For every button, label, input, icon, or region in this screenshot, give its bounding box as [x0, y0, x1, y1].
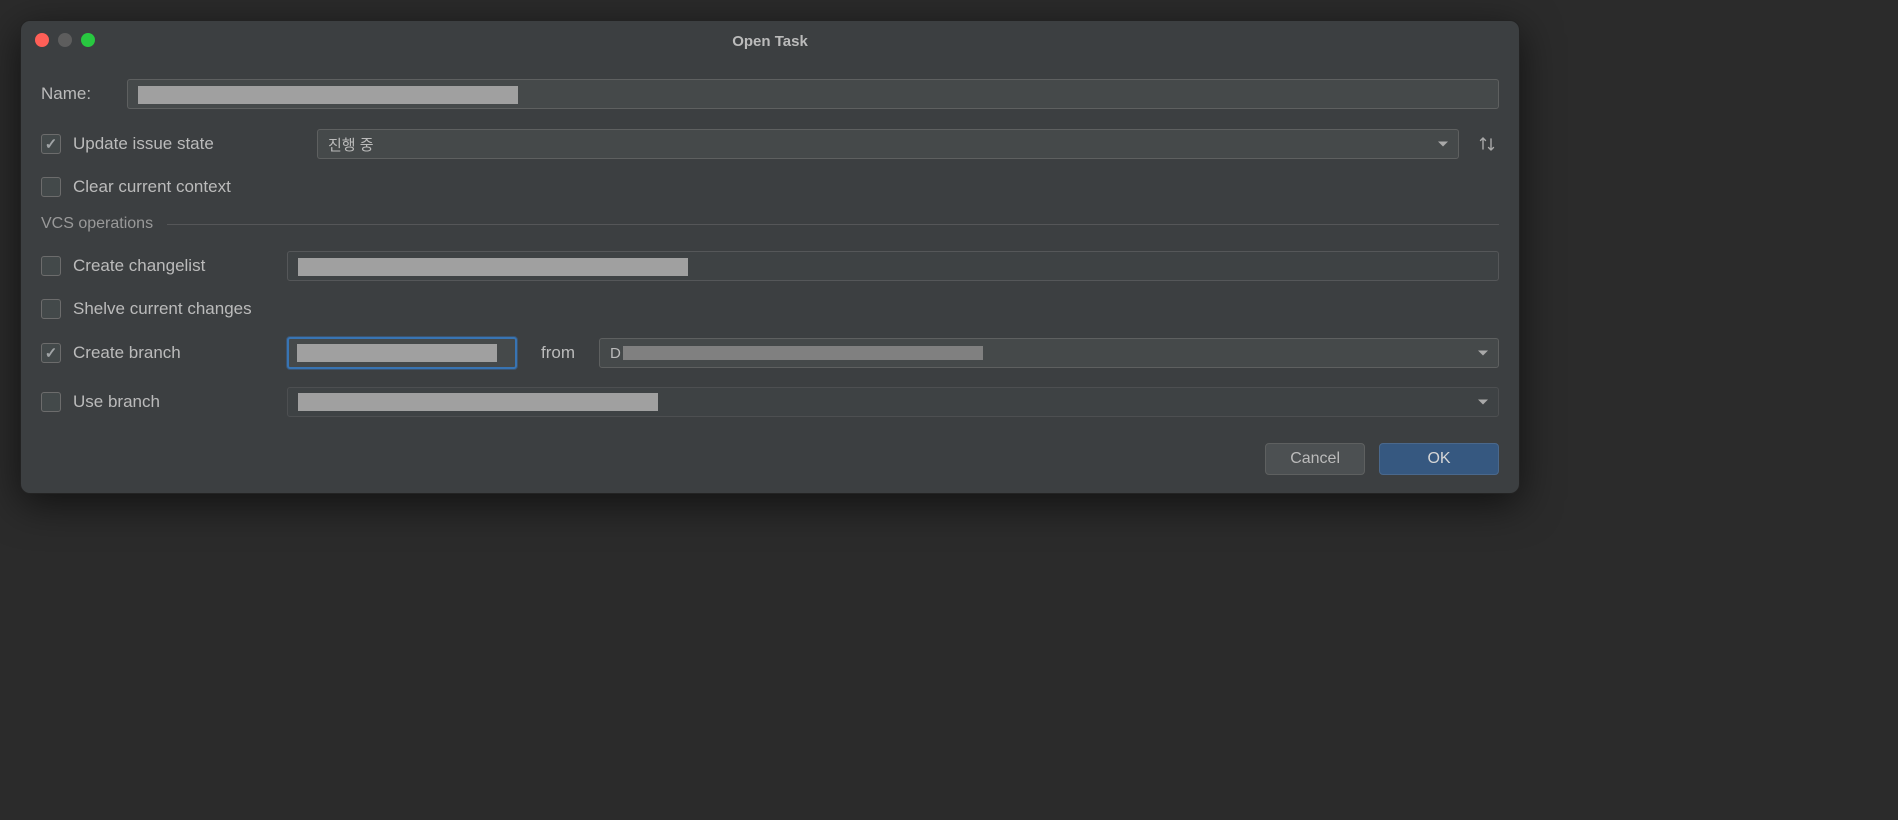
vcs-section-header: VCS operations: [41, 215, 1499, 233]
use-branch-dropdown[interactable]: [287, 387, 1499, 417]
task-name-input[interactable]: [127, 79, 1499, 109]
cancel-button[interactable]: Cancel: [1265, 443, 1365, 475]
changelist-name-input[interactable]: [287, 251, 1499, 281]
create-changelist-label: Create changelist: [73, 256, 205, 276]
create-branch-checkbox[interactable]: [41, 343, 61, 363]
create-branch-label: Create branch: [73, 343, 181, 363]
from-branch-value: D: [610, 345, 983, 362]
close-icon[interactable]: [35, 33, 49, 47]
update-issue-state-checkbox[interactable]: [41, 134, 61, 154]
use-branch-checkbox[interactable]: [41, 392, 61, 412]
maximize-icon[interactable]: [81, 33, 95, 47]
clear-context-label: Clear current context: [73, 177, 231, 197]
shelve-changes-checkbox[interactable]: [41, 299, 61, 319]
dialog-title: Open Task: [732, 33, 808, 50]
create-changelist-checkbox[interactable]: [41, 256, 61, 276]
dialog-buttons: Cancel OK: [21, 425, 1519, 493]
name-label: Name:: [41, 84, 111, 104]
vcs-section-label: VCS operations: [41, 215, 153, 233]
sort-icon[interactable]: [1475, 132, 1499, 156]
clear-context-checkbox[interactable]: [41, 177, 61, 197]
titlebar: Open Task: [21, 21, 1519, 61]
from-branch-dropdown[interactable]: D: [599, 338, 1499, 368]
ok-button[interactable]: OK: [1379, 443, 1499, 475]
branch-name-input[interactable]: [287, 337, 517, 369]
open-task-dialog: Open Task Name: Update issue state 진행 중: [20, 20, 1520, 494]
from-label: from: [533, 343, 583, 363]
issue-state-dropdown[interactable]: 진행 중: [317, 129, 1459, 159]
shelve-changes-label: Shelve current changes: [73, 299, 252, 319]
update-issue-state-label: Update issue state: [73, 134, 214, 154]
minimize-icon: [58, 33, 72, 47]
window-controls: [35, 33, 95, 47]
issue-state-value: 진행 중: [328, 134, 374, 155]
use-branch-label: Use branch: [73, 392, 160, 412]
